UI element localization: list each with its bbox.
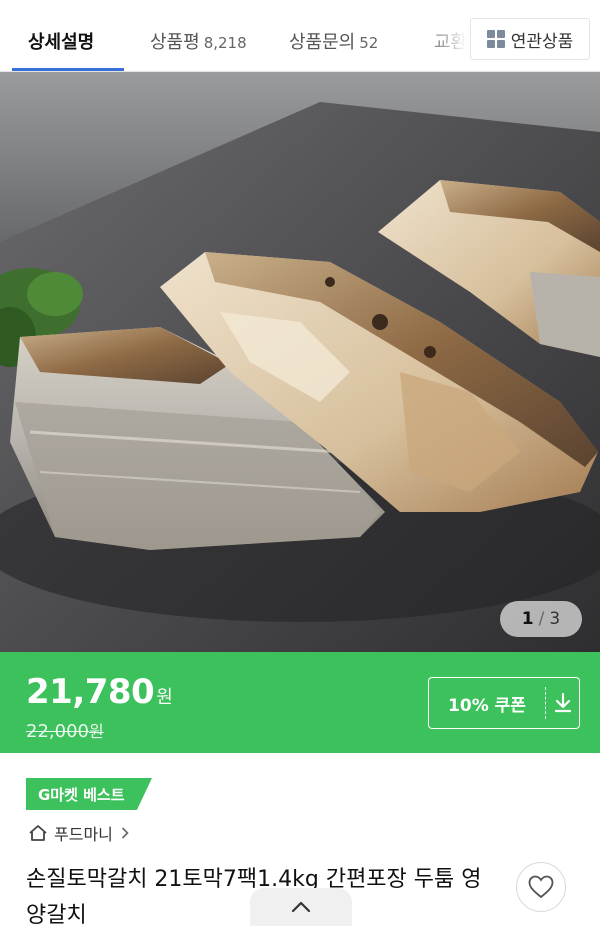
coupon-button[interactable]: 10% 쿠폰 — [428, 677, 580, 729]
related-products-label: 연관상품 — [510, 31, 574, 52]
tab-label: 상세설명 — [28, 32, 95, 53]
image-pager: 1 / 3 — [500, 601, 582, 637]
inquiry-count: 52 — [359, 34, 379, 52]
download-icon — [546, 693, 579, 713]
heart-icon — [528, 875, 554, 899]
product-photo-illustration — [0, 72, 600, 652]
tab-fade — [420, 0, 470, 71]
seller-link[interactable]: 푸드마니 — [28, 821, 135, 845]
tab-inquiries[interactable]: 상품문의 52 — [289, 28, 378, 54]
original-price: 22,000원 — [26, 718, 104, 742]
chevron-up-icon — [291, 901, 311, 913]
original-price-amount: 22,000 — [26, 721, 89, 742]
scroll-up-button[interactable] — [250, 888, 352, 926]
pager-total: 3 — [549, 609, 561, 629]
product-image[interactable] — [0, 72, 600, 652]
tab-bar: 상세설명 상품평8,218 상품문의52 교환 연관상품 — [0, 0, 600, 72]
best-badge-label: G마켓 베스트 — [38, 785, 125, 804]
pager-current: 1 — [521, 609, 534, 629]
sale-price-amount: 21,780 — [26, 672, 155, 712]
grid-icon — [486, 30, 505, 48]
pager-separator: / — [538, 609, 545, 629]
seller-name: 푸드마니 — [54, 825, 113, 844]
tab-label: 상품문의 — [289, 32, 356, 53]
sale-price-unit: 원 — [156, 687, 173, 708]
tab-reviews[interactable]: 상품평 8,218 — [150, 28, 247, 54]
original-price-unit: 원 — [88, 722, 104, 741]
tab-label: 상품평 — [150, 32, 200, 53]
wishlist-button[interactable] — [516, 862, 566, 912]
related-products-button[interactable]: 연관상품 — [470, 18, 590, 60]
sale-price: 21,780 원 — [26, 672, 173, 712]
chevron-right-icon — [121, 827, 129, 839]
tab-description[interactable]: 상세설명 — [28, 28, 94, 54]
home-icon — [29, 825, 47, 841]
review-count: 8,218 — [203, 34, 247, 52]
coupon-label: 10% 쿠폰 — [448, 695, 526, 716]
best-badge: G마켓 베스트 — [26, 778, 152, 810]
